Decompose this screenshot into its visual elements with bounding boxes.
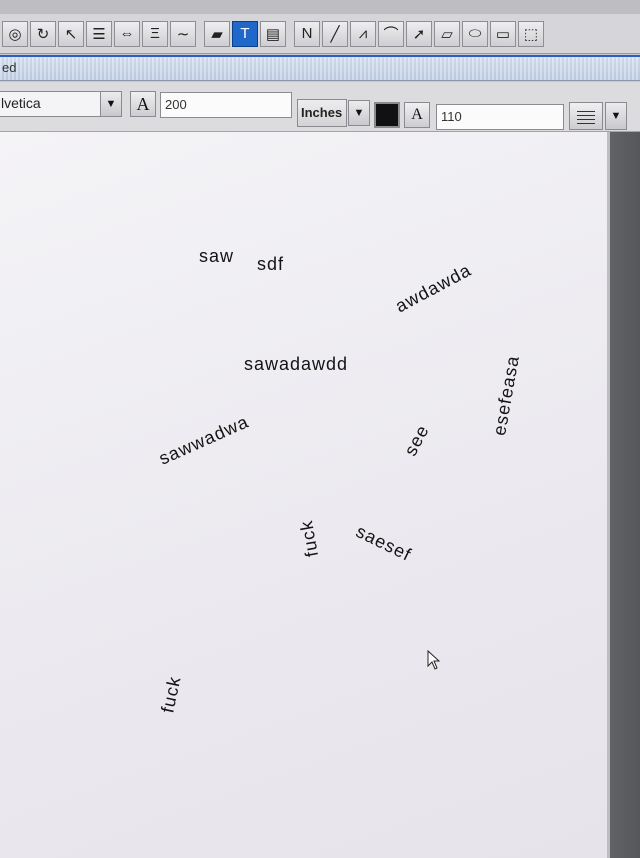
canvas-text-item[interactable]: sawadawdd: [244, 354, 348, 375]
text-color-swatch[interactable]: [374, 102, 400, 128]
mouse-pointer-icon: [427, 650, 441, 670]
stack-icon[interactable]: ☰: [86, 20, 112, 47]
font-size-icon: A: [130, 91, 156, 117]
parallelogram-tool-icon[interactable]: ▱: [434, 20, 460, 47]
window-title: ed: [2, 60, 17, 75]
canvas-text-item[interactable]: awdawda: [392, 260, 475, 318]
font-family-dropdown-button[interactable]: ▼: [100, 91, 122, 117]
text-align-button[interactable]: [569, 102, 603, 130]
align-icon[interactable]: Ξ: [142, 20, 168, 47]
window-title-bar[interactable]: ed: [0, 55, 640, 81]
lasso-icon[interactable]: ◎: [2, 20, 28, 47]
canvas-text-item[interactable]: esefeasa: [489, 354, 524, 437]
rectangle-tool-icon[interactable]: ▭: [490, 20, 516, 47]
canvas-text-item[interactable]: fuck: [157, 674, 185, 715]
canvas-text-item[interactable]: fuck: [296, 518, 323, 559]
rotate-icon[interactable]: ↻: [30, 20, 56, 47]
north-arrow-icon[interactable]: N: [294, 20, 320, 47]
arrow-tool-icon[interactable]: ➚: [406, 20, 432, 47]
polyline-tool-icon[interactable]: ⩘: [350, 20, 376, 47]
folder-icon[interactable]: ▰: [204, 20, 230, 47]
pointer-tool-icon[interactable]: ↖: [58, 20, 84, 47]
top-toolbar-strip: [0, 0, 640, 15]
canvas-text-item[interactable]: see: [400, 421, 434, 459]
freehand-icon[interactable]: ∼: [170, 20, 196, 47]
canvas-text-item[interactable]: sawwadwa: [156, 411, 252, 469]
units-select[interactable]: Inches: [297, 99, 347, 127]
drawing-canvas[interactable]: saw sdf awdawda sawadawdd esefeasa sawwa…: [0, 132, 610, 858]
curve-tool-icon[interactable]: ⌒: [378, 20, 404, 47]
drawing-toolbar: ◎ ↻ ↖ ☰ ⇔ Ξ ∼ ▰ T ▤ N ╱ ⩘ ⌒ ➚ ▱ ⬭ ▭ ⬚: [0, 14, 640, 54]
ellipse-tool-icon[interactable]: ⬭: [462, 20, 488, 47]
font-size-field[interactable]: 200: [160, 92, 292, 118]
line-tool-icon[interactable]: ╱: [322, 20, 348, 47]
char-spacing-field[interactable]: 110: [436, 104, 564, 130]
format-bar: lvetica ▼ A 200 Inches ▼ A 110 ▼: [0, 82, 640, 132]
dotted-rect-tool-icon[interactable]: ⬚: [518, 20, 544, 47]
canvas-text-item[interactable]: saw: [199, 246, 234, 267]
text-align-dropdown-button[interactable]: ▼: [605, 102, 627, 130]
canvas-text-item[interactable]: sdf: [257, 254, 284, 275]
canvas-text-item[interactable]: saesef: [352, 521, 415, 566]
textbox-tool-icon[interactable]: ▤: [260, 20, 286, 47]
char-spacing-icon: A: [404, 102, 430, 128]
units-dropdown-button[interactable]: ▼: [348, 100, 370, 126]
text-tool-icon[interactable]: T: [232, 20, 258, 47]
canvas-edge: [607, 132, 610, 858]
distribute-icon[interactable]: ⇔: [114, 20, 140, 47]
